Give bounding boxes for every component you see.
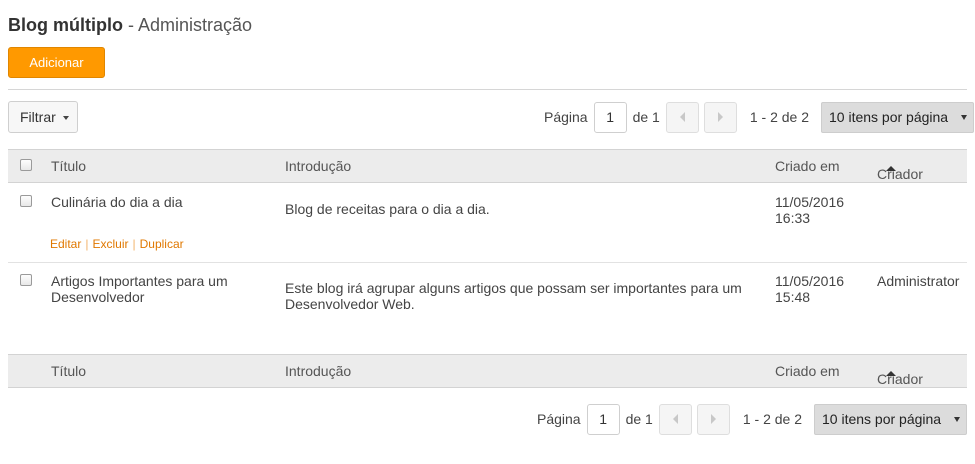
select-arrow-icon [961,114,967,120]
action-separator: | [132,237,136,251]
row-created-time: 15:48 [775,289,811,305]
page-label: Página [544,109,588,125]
column-header-title[interactable]: Título [51,363,86,379]
row-divider [8,262,967,263]
prev-page-button[interactable] [658,403,692,435]
table-header: Título Introdução Criado em Criador [8,149,967,183]
select-all-checkbox[interactable] [20,159,32,171]
page-total-label: de 1 [632,109,660,125]
filter-label: Filtrar [20,109,56,125]
column-header-intro[interactable]: Introdução [285,363,351,379]
row-actions: Editar | Excluir | Duplicar [50,237,184,251]
prev-page-button[interactable] [665,101,699,133]
row-intro-line2: Desenvolvedor Web. [285,296,415,312]
next-page-button[interactable] [696,403,730,435]
row-created-date: 11/05/2016 [775,273,845,289]
row-created-time: 16:33 [775,210,811,226]
page-title-main: Blog múltiplo [8,15,123,35]
duplicate-link[interactable]: Duplicar [140,237,184,251]
edit-link[interactable]: Editar [50,237,81,251]
row-checkbox[interactable] [20,274,32,286]
next-arrow-icon [710,414,716,424]
row-title-line1: Artigos Importantes para um [51,273,228,289]
select-arrow-icon [954,416,960,422]
column-header-title[interactable]: Título [51,158,86,174]
column-header-created[interactable]: Criado em [775,363,840,379]
divider [8,89,967,90]
row-created-date: 11/05/2016 [775,194,845,210]
items-per-page-select[interactable]: 10 itens por página [814,403,967,435]
add-button[interactable]: Adicionar [8,47,105,78]
page-total-label: de 1 [625,411,653,427]
next-page-button[interactable] [703,101,737,133]
items-per-page-value: 10 itens por página [829,108,949,125]
table-footer-header: Título Introdução Criado em Criador [8,354,967,388]
page-number-input[interactable]: 1 [593,101,627,133]
pagination-bottom: Página 1 de 1 1 - 2 de 2 10 itens por pá… [537,403,967,435]
column-header-created[interactable]: Criado em [775,158,840,174]
delete-link[interactable]: Excluir [92,237,128,251]
pagination-top: Página 1 de 1 1 - 2 de 2 10 itens por pá… [544,101,974,133]
page-title-sub: - Administração [122,15,253,35]
item-range-label: 1 - 2 de 2 [749,109,809,125]
page-title: Blog múltiplo - Administração [8,14,252,36]
prev-arrow-icon [679,112,685,122]
row-title-line2: Desenvolvedor [51,289,145,305]
items-per-page-select[interactable]: 10 itens por página [821,101,974,133]
filter-button[interactable]: Filtrar [8,101,78,133]
row-checkbox[interactable] [20,195,32,207]
item-range-label: 1 - 2 de 2 [742,411,802,427]
column-header-intro[interactable]: Introdução [285,158,351,174]
page-label: Página [537,411,581,427]
row-creator: Administrator [877,273,960,289]
row-intro: Blog de receitas para o dia a dia. [285,201,490,217]
prev-arrow-icon [672,414,678,424]
sort-ascending-icon [886,371,896,376]
sort-ascending-icon [886,166,896,171]
column-header-creator-label: Criador [877,166,923,182]
next-arrow-icon [717,112,723,122]
page-number-input[interactable]: 1 [586,403,620,435]
row-title: Culinária do dia a dia [51,194,183,210]
items-per-page-value: 10 itens por página [822,410,942,427]
caret-down-icon [62,116,69,121]
row-intro-line1: Este blog irá agrupar alguns artigos que… [285,280,742,296]
column-header-creator-label: Criador [877,371,923,387]
action-separator: | [85,237,89,251]
